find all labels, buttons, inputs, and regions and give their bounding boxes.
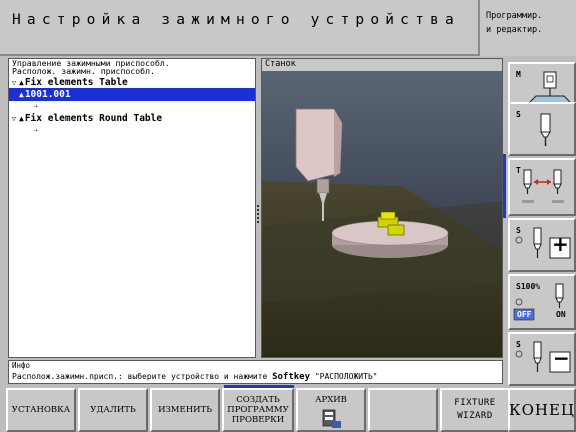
mode-label-1: Программир.: [486, 11, 543, 21]
override-off-label: OFF: [517, 310, 532, 319]
softkey-spindle[interactable]: S: [508, 102, 576, 156]
arrow-right-icon: ➝: [33, 126, 38, 135]
softkey-fixture-wizard[interactable]: FIXTURE WIZARD: [440, 388, 510, 432]
tool-holder-shape: [316, 178, 330, 194]
page-title: Настройка зажимного устройства: [12, 12, 460, 28]
splitter-handle[interactable]: [257, 205, 259, 223]
softkey-spindle-override[interactable]: S100% OFF ON: [508, 274, 576, 330]
softkey-setup[interactable]: УСТАНОВКА: [6, 388, 76, 432]
table-group-icon: ▲: [19, 78, 24, 87]
info-title: Инфо: [12, 361, 31, 370]
active-indicator: [503, 154, 506, 218]
tree-panel-subtitle: Располож. зажимн. приспособл.: [12, 66, 155, 76]
header-bar: Настройка зажимного устройства Программи…: [0, 0, 576, 56]
softkey-delete[interactable]: УДАЛИТЬ: [78, 388, 148, 432]
tree-item-1001-001[interactable]: ▲ 1001.001: [9, 88, 255, 101]
machine-3d-view[interactable]: [262, 71, 502, 357]
spindle-override-icon: [513, 283, 564, 321]
machine-view-label: Станок: [265, 59, 296, 69]
softkey-end[interactable]: КОНЕЦ: [508, 388, 576, 432]
info-bar: Инфо Располож.зажимн.присп.: выберите ус…: [8, 360, 503, 384]
expand-toggle-icon[interactable]: ▽: [9, 79, 19, 87]
fixture-icon: ▲: [19, 90, 24, 99]
arrow-right-icon: ➝: [33, 102, 38, 111]
softkey-edit[interactable]: ИЗМЕНИТЬ: [150, 388, 220, 432]
fixture-tree-panel: Управление зажимными приспособл. Располо…: [8, 58, 256, 358]
softkey-create-test-program[interactable]: СОЗДАТЬ ПРОГРАММУ ПРОВЕРКИ: [222, 388, 294, 432]
softkey-spindle-plus[interactable]: S +: [508, 218, 576, 272]
machine-view-panel: Станок: [261, 58, 503, 358]
softkey-tool-change[interactable]: T: [508, 158, 576, 216]
tree-item-placeholder[interactable]: ➝: [9, 124, 39, 137]
spindle-icon: [540, 113, 551, 146]
softkey-empty[interactable]: [368, 388, 438, 432]
archive-icon: [322, 409, 341, 428]
tool-change-icon: [522, 169, 564, 203]
table-group-icon: ▲: [19, 114, 24, 123]
softkey-archive[interactable]: АРХИВ: [296, 388, 366, 432]
mode-label-2: и редактир.: [486, 25, 543, 35]
expand-toggle-icon[interactable]: ▽: [9, 115, 19, 123]
override-on-label: ON: [556, 310, 566, 319]
softkey-spindle-minus[interactable]: S −: [508, 332, 576, 386]
info-message: Располож.зажимн.присп.: выберите устройс…: [12, 372, 378, 382]
mode-indicator: Программир. и редактир.: [478, 0, 576, 56]
